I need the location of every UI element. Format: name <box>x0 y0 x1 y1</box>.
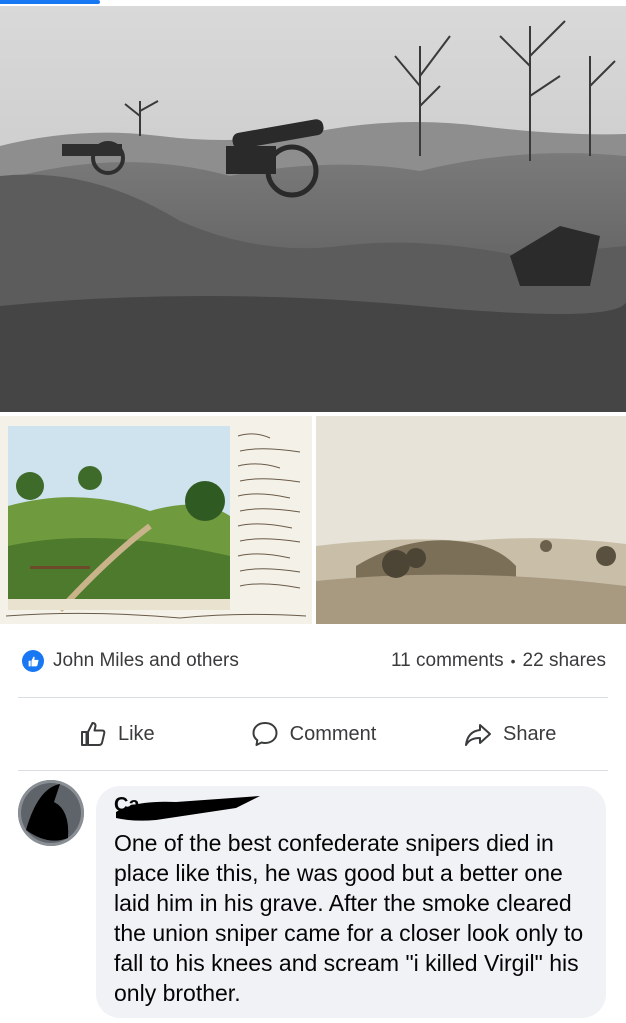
shares-count[interactable]: 22 shares <box>523 650 606 672</box>
reactions-summary[interactable]: John Miles and others <box>22 648 239 674</box>
commenter-name[interactable]: Ca <box>114 794 588 828</box>
share-icon <box>464 724 491 746</box>
avatar-image <box>18 780 84 846</box>
share-label: Share <box>502 722 557 745</box>
commenter-avatar[interactable] <box>18 780 84 846</box>
thumbs-up-icon <box>22 650 44 672</box>
comment-label: Comment <box>289 722 377 745</box>
count-separator: • <box>510 653 516 669</box>
share-button[interactable]: Share <box>411 702 608 766</box>
engagement-counts: 11 comments • 22 shares <box>391 648 606 674</box>
like-label: Like <box>117 722 155 745</box>
divider-bottom <box>18 770 608 771</box>
comments-count[interactable]: 11 comments <box>391 650 504 672</box>
reactions-names: John Miles and others <box>53 650 239 671</box>
comment-icon <box>252 722 278 746</box>
post-photo-postcard[interactable] <box>0 416 312 624</box>
comment-bubble: Ca One of the best confederate snipers d… <box>96 786 606 1018</box>
post-action-bar: Like Comment Share <box>18 702 608 766</box>
post-photo-cannons[interactable] <box>0 6 626 412</box>
comment-body: One of the best confederate snipers died… <box>114 830 584 1006</box>
cannons-photo-image <box>0 6 626 412</box>
field-photo-image <box>316 416 626 624</box>
postcard-photo-image <box>0 416 312 624</box>
top-progress-bar <box>0 0 100 4</box>
post-photo-field[interactable] <box>316 416 626 624</box>
redaction-mark <box>116 796 260 821</box>
like-icon <box>80 722 106 746</box>
comment-button[interactable]: Comment <box>215 702 412 766</box>
like-button[interactable]: Like <box>18 702 215 766</box>
divider-top <box>18 697 608 698</box>
